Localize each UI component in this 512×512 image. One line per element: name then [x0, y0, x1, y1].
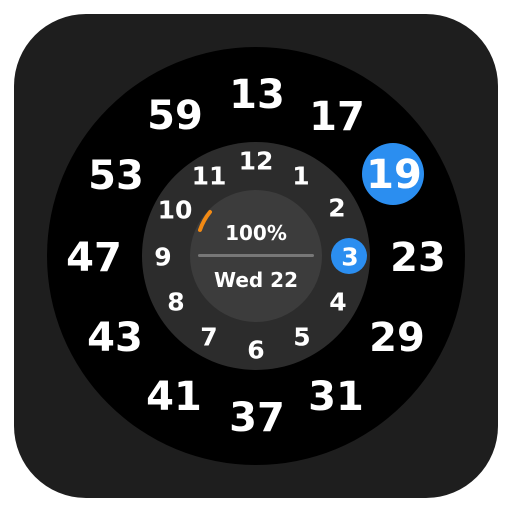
center-divider: [198, 254, 314, 257]
hour-label: 9: [154, 242, 172, 272]
date-label: Wed 22: [213, 268, 299, 292]
minute-label: 37: [229, 395, 285, 441]
hour-label: 10: [157, 195, 193, 225]
minute-label: 41: [146, 374, 202, 420]
minute-label: 53: [88, 153, 144, 199]
hour-label: 2: [328, 193, 346, 223]
minute-label: 13: [229, 72, 285, 118]
minute-label: 31: [308, 374, 364, 420]
hour-label: 6: [247, 335, 265, 365]
hour-label: 12: [238, 146, 274, 176]
hour-label-active: 3: [341, 242, 359, 272]
minute-label: 47: [66, 235, 122, 281]
hour-label: 5: [293, 322, 311, 352]
hour-label: 7: [200, 322, 218, 352]
minute-label: 23: [390, 235, 446, 281]
minute-label-active: 19: [366, 152, 422, 198]
hour-label: 1: [292, 161, 310, 191]
minute-label: 59: [147, 93, 203, 139]
battery-percent: 100%: [225, 221, 287, 245]
minute-label: 43: [87, 315, 143, 361]
hour-label: 11: [191, 161, 227, 191]
hour-label: 8: [167, 287, 185, 317]
minute-label: 29: [369, 315, 425, 361]
minute-label: 17: [309, 94, 365, 140]
hour-label: 4: [329, 287, 347, 317]
